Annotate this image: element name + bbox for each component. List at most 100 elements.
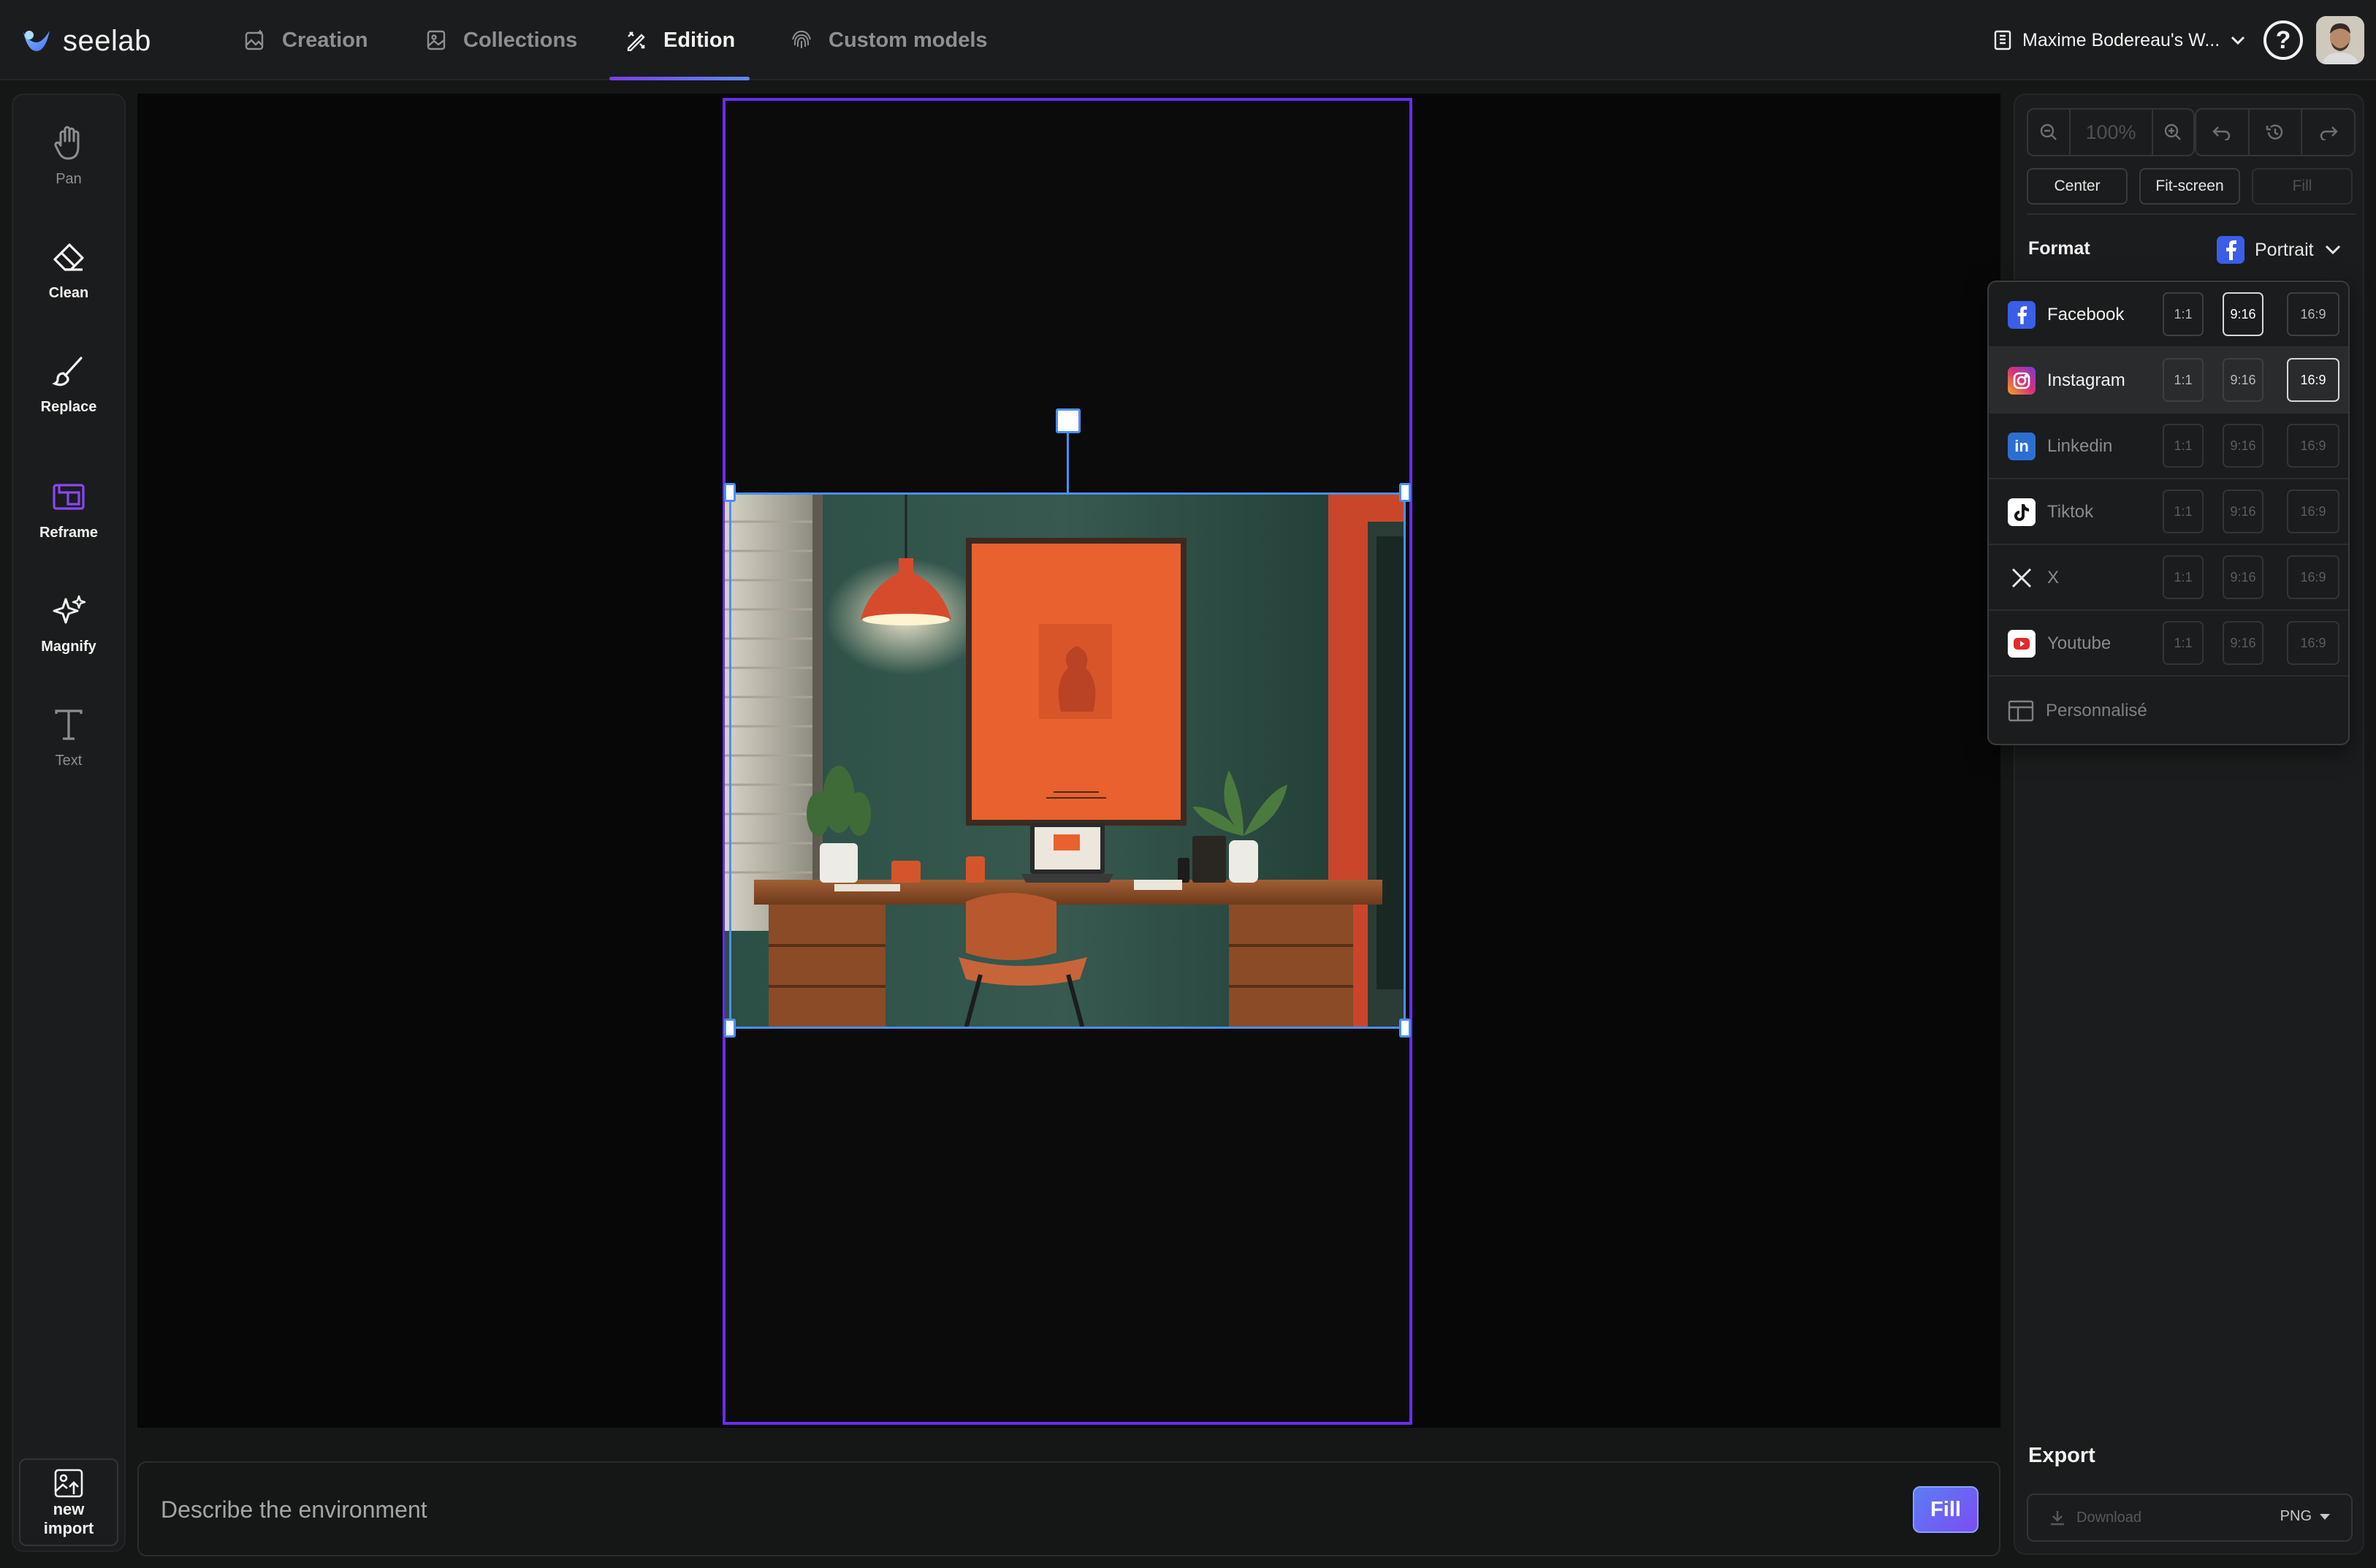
resize-handle-top-right[interactable] xyxy=(1399,483,1411,502)
tab-collections[interactable]: Collections xyxy=(424,0,577,80)
tool-replace[interactable]: Replace xyxy=(13,352,124,416)
center-button[interactable]: Center xyxy=(2027,168,2128,205)
edit-tools-icon xyxy=(624,28,649,53)
tool-magnify-label: Magnify xyxy=(41,639,96,655)
ratio-1-1-button[interactable]: 1:1 xyxy=(2163,358,2204,402)
x-icon xyxy=(2008,564,2036,592)
redo-icon[interactable] xyxy=(2301,110,2354,155)
platform-name: Facebook xyxy=(2047,305,2125,324)
fit-screen-button[interactable]: Fit-screen xyxy=(2139,168,2240,205)
ratio-16-9-button[interactable]: 16:9 xyxy=(2287,292,2339,336)
file-type-select[interactable]: PNG xyxy=(2280,1508,2331,1525)
file-type-value: PNG xyxy=(2280,1508,2312,1524)
ratio-9-16-button[interactable]: 9:16 xyxy=(2223,358,2263,402)
youtube-icon xyxy=(2008,630,2036,658)
image-upload-icon xyxy=(54,1469,83,1498)
reframe-icon xyxy=(50,478,88,516)
format-option-youtube[interactable]: Youtube 1:1 9:16 16:9 xyxy=(1989,611,2348,677)
tool-replace-label: Replace xyxy=(40,399,97,415)
format-option-x[interactable]: X 1:1 9:16 16:9 xyxy=(1989,545,2348,611)
platform-name: Linkedin xyxy=(2047,436,2113,456)
tool-clean[interactable]: Clean xyxy=(13,238,124,302)
undo-icon[interactable] xyxy=(2196,110,2248,155)
sparkles-icon xyxy=(50,592,88,630)
ratio-9-16-button[interactable]: 9:16 xyxy=(2223,621,2263,665)
source-image-office-scene[interactable] xyxy=(725,492,1404,1029)
fingerprint-icon xyxy=(789,28,814,53)
resize-handle-bottom-left[interactable] xyxy=(724,1019,736,1038)
ratio-1-1-button[interactable]: 1:1 xyxy=(2163,424,2204,468)
download-icon xyxy=(2051,1511,2064,1526)
zoom-in-icon[interactable] xyxy=(2153,110,2194,155)
tab-custom-models-label: Custom models xyxy=(829,28,988,52)
image-sparkle-icon xyxy=(243,28,267,53)
ratio-16-9-button[interactable]: 16:9 xyxy=(2287,490,2339,533)
format-value: Portrait xyxy=(2255,239,2314,260)
rotation-handle[interactable] xyxy=(1056,408,1081,433)
ratio-9-16-button[interactable]: 9:16 xyxy=(2223,424,2263,468)
platform-name: Youtube xyxy=(2047,633,2112,653)
new-import-label-line1: new xyxy=(53,1500,85,1518)
chevron-down-icon xyxy=(2231,36,2245,45)
ratio-1-1-button[interactable]: 1:1 xyxy=(2163,490,2204,533)
format-label: Format xyxy=(2028,238,2090,259)
tab-creation[interactable]: Creation xyxy=(243,0,368,80)
ratio-9-16-button[interactable]: 9:16 xyxy=(2223,292,2263,336)
ratio-9-16-button[interactable]: 9:16 xyxy=(2223,555,2263,599)
tab-collections-label: Collections xyxy=(463,28,578,52)
format-dropdown: Facebook 1:1 9:16 16:9 Instagram 1:1 9:1… xyxy=(1987,281,2350,745)
format-select[interactable]: Portrait xyxy=(2217,234,2342,266)
ratio-16-9-button[interactable]: 16:9 xyxy=(2287,424,2339,468)
ratio-16-9-button[interactable]: 16:9 xyxy=(2287,621,2339,665)
tool-reframe[interactable]: Reframe xyxy=(13,478,124,541)
tool-text-label: Text xyxy=(55,753,83,769)
format-option-facebook[interactable]: Facebook 1:1 9:16 16:9 xyxy=(1989,282,2348,348)
caret-down-icon xyxy=(2320,1513,2330,1520)
ratio-16-9-button[interactable]: 16:9 xyxy=(2287,358,2339,402)
history-icon[interactable] xyxy=(2247,110,2301,155)
platform-name: Tiktok xyxy=(2047,502,2094,522)
environment-prompt-input[interactable] xyxy=(161,1488,1812,1531)
tool-reframe-label: Reframe xyxy=(39,525,99,541)
new-import-button[interactable]: new import xyxy=(19,1458,118,1546)
tab-edition[interactable]: Edition xyxy=(609,0,750,80)
building-icon xyxy=(1994,30,2011,50)
resize-handle-bottom-right[interactable] xyxy=(1399,1019,1411,1038)
ratio-9-16-button[interactable]: 9:16 xyxy=(2223,490,2263,533)
ratio-1-1-button[interactable]: 1:1 xyxy=(2163,292,2204,336)
ratio-1-1-button[interactable]: 1:1 xyxy=(2163,555,2204,599)
format-option-custom[interactable]: Personnalisé xyxy=(1989,678,2348,744)
format-option-linkedin[interactable]: in Linkedin 1:1 9:16 16:9 xyxy=(1989,414,2348,479)
top-navigation-bar: seelab Creation Collections Edition Cust… xyxy=(0,0,2376,80)
ratio-1-1-button[interactable]: 1:1 xyxy=(2163,621,2204,665)
history-controls xyxy=(2195,108,2356,156)
avatar[interactable] xyxy=(2316,16,2364,64)
download-button[interactable]: Download PNG xyxy=(2027,1493,2353,1542)
resize-handle-top-left[interactable] xyxy=(724,483,736,502)
fill-view-button[interactable]: Fill xyxy=(2252,168,2353,205)
zoom-out-icon[interactable] xyxy=(2028,110,2069,155)
rotation-handle-line xyxy=(1067,431,1069,494)
custom-layout-icon xyxy=(2008,700,2034,722)
format-option-tiktok[interactable]: Tiktok 1:1 9:16 16:9 xyxy=(1989,479,2348,545)
facebook-icon xyxy=(2008,301,2036,329)
tool-pan[interactable]: Pan xyxy=(13,124,124,188)
ratio-16-9-button[interactable]: 16:9 xyxy=(2287,555,2339,599)
format-option-instagram[interactable]: Instagram 1:1 9:16 16:9 xyxy=(1989,348,2348,414)
tool-clean-label: Clean xyxy=(48,285,89,301)
eraser-icon xyxy=(50,238,88,276)
tab-custom-models[interactable]: Custom models xyxy=(789,0,988,80)
seelab-logo[interactable]: seelab xyxy=(20,20,151,61)
seelab-logo-icon xyxy=(23,31,50,51)
workspace-selector[interactable]: Maxime Bodereau's W... xyxy=(1993,22,2246,58)
help-icon[interactable]: ? xyxy=(2263,20,2303,60)
linkedin-icon: in xyxy=(2008,433,2036,460)
tool-magnify[interactable]: Magnify xyxy=(13,592,124,655)
image-stack-icon xyxy=(424,28,449,53)
fill-button[interactable]: Fill xyxy=(1913,1486,1979,1533)
tool-sidebar: Pan Clean Replace Reframe Magnify Text n… xyxy=(12,94,126,1552)
tab-creation-label: Creation xyxy=(282,28,368,52)
chevron-down-icon xyxy=(2325,245,2340,255)
app-name: seelab xyxy=(63,24,151,57)
tool-text[interactable]: Text xyxy=(13,706,124,769)
